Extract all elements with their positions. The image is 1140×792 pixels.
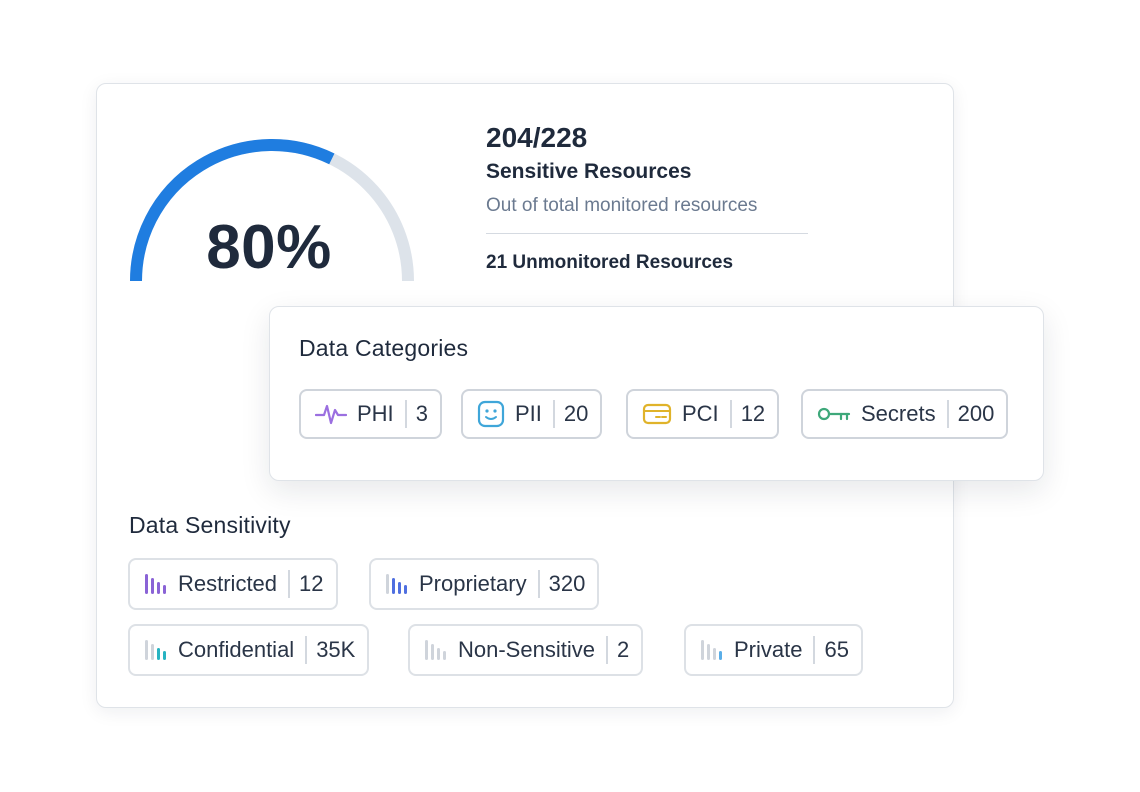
stats-panel: 204/228 Sensitive Resources Out of total… <box>486 122 808 274</box>
chip-separator <box>729 400 732 428</box>
credit-card-icon <box>642 402 672 426</box>
unmonitored-count: 21 Unmonitored Resources <box>486 252 734 273</box>
chip-separator <box>288 570 291 598</box>
chip-count: 20 <box>563 401 589 426</box>
chip-label: PHI <box>357 401 394 426</box>
data-categories-card: Data Categories PHI 3 PII 20 PCI 12 Secr… <box>269 306 1044 481</box>
sensitivity-chip-proprietary[interactable]: Proprietary 320 <box>369 558 600 610</box>
chip-label: Private <box>734 637 803 662</box>
chip-count: 2 <box>616 637 630 662</box>
chip-label: Secrets <box>861 401 936 426</box>
chip-separator <box>813 636 816 664</box>
chip-separator <box>552 400 555 428</box>
chip-label: PII <box>515 401 542 426</box>
sensitivity-chip-private[interactable]: Private 65 <box>684 624 863 676</box>
chip-label: Proprietary <box>419 571 527 596</box>
chip-count: 12 <box>740 401 766 426</box>
chip-separator <box>946 400 949 428</box>
bars-icon <box>144 573 168 595</box>
bars-icon <box>700 639 724 661</box>
smiley-face-icon <box>477 400 505 428</box>
bars-icon <box>424 639 448 661</box>
bars-icon <box>385 573 409 595</box>
chip-count: 65 <box>824 637 849 662</box>
chip-separator <box>404 400 407 428</box>
sensitive-title: Sensitive Resources <box>486 160 692 183</box>
chip-count: 35K <box>316 637 356 662</box>
category-chip-phi[interactable]: PHI 3 <box>299 389 442 439</box>
bars-icon <box>144 639 168 661</box>
data-sensitivity-title: Data Sensitivity <box>129 512 291 538</box>
sensitivity-chip-confidential[interactable]: Confidential 35K <box>128 624 370 676</box>
chip-count: 200 <box>957 401 995 426</box>
sensitive-subtitle: Out of total monitored resources <box>486 195 758 216</box>
sensitivity-chip-non-sensitive[interactable]: Non-Sensitive 2 <box>408 624 644 676</box>
sensitive-count: 204/228 <box>486 122 588 153</box>
pulse-icon <box>315 402 347 426</box>
divider <box>486 233 808 234</box>
chip-count: 320 <box>548 571 586 596</box>
chip-label: PCI <box>682 401 719 426</box>
chip-separator <box>537 570 540 598</box>
chip-label: Non-Sensitive <box>458 637 595 662</box>
chip-separator <box>605 636 608 664</box>
key-icon <box>817 404 851 424</box>
category-chip-pii[interactable]: PII 20 <box>461 389 603 439</box>
sensitivity-chip-restricted[interactable]: Restricted 12 <box>128 558 338 610</box>
chip-label: Confidential <box>178 637 295 662</box>
chip-count: 12 <box>299 571 324 596</box>
gauge-percent-label: 80% <box>206 213 332 282</box>
chip-label: Restricted <box>178 571 278 596</box>
chip-separator <box>305 636 308 664</box>
data-categories-title: Data Categories <box>299 335 469 361</box>
category-chip-pci[interactable]: PCI 12 <box>626 389 780 439</box>
category-chip-secrets[interactable]: Secrets 200 <box>801 389 1009 439</box>
chip-count: 3 <box>415 401 428 426</box>
